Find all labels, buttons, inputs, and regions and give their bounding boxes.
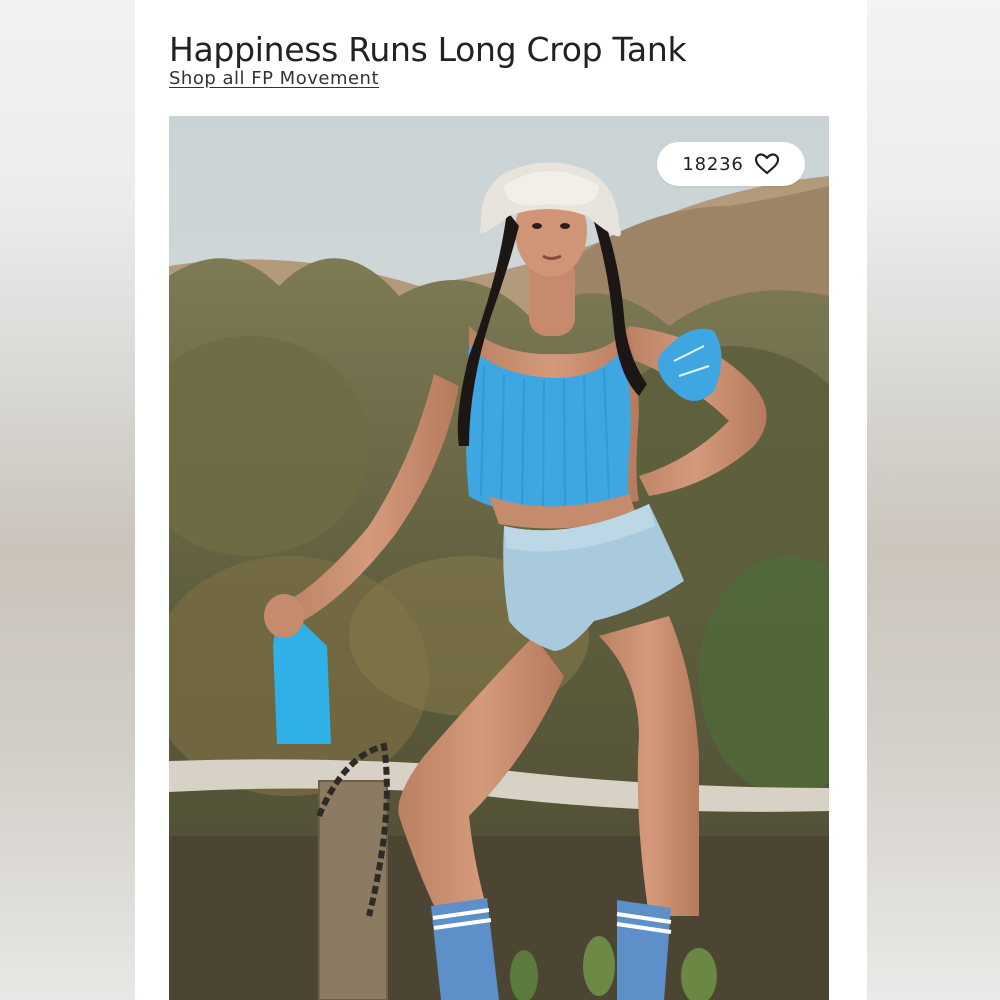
product-photo[interactable]: 18236: [169, 116, 829, 1000]
left-blurred-margin: [0, 0, 135, 1000]
like-count: 18236: [682, 153, 744, 175]
like-button[interactable]: 18236: [657, 142, 805, 186]
shop-all-link[interactable]: Shop all FP Movement: [169, 68, 379, 89]
heart-outline-icon: [754, 153, 779, 175]
product-page: Happiness Runs Long Crop Tank Shop all F…: [135, 0, 867, 1000]
model-image: [169, 116, 829, 1000]
product-title: Happiness Runs Long Crop Tank: [169, 30, 687, 70]
right-blurred-margin: [867, 0, 1000, 1000]
